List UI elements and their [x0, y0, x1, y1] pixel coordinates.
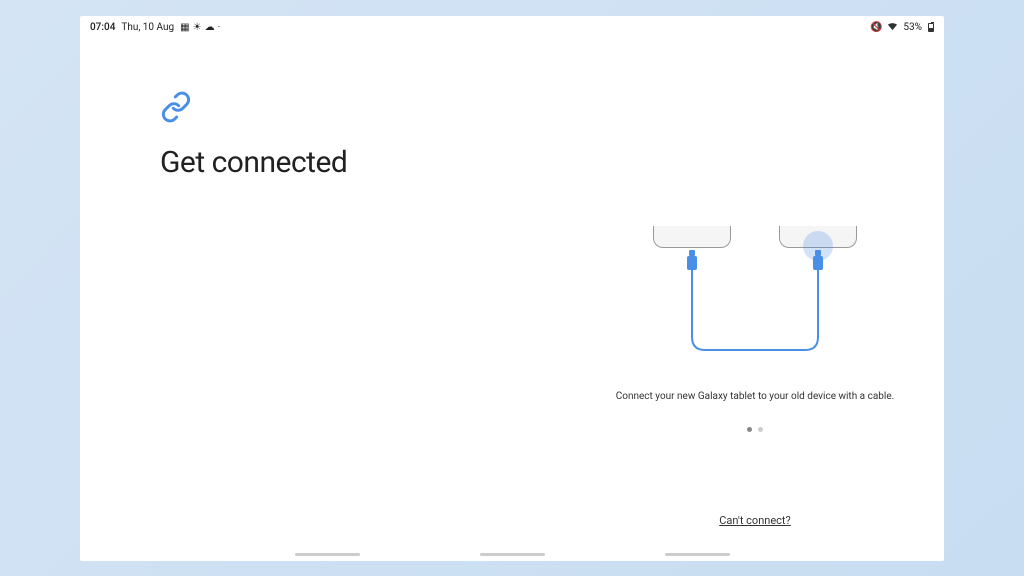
status-notif-icons: ▦ ☀ ☁ · — [180, 22, 220, 33]
navigation-bar — [80, 553, 944, 561]
pagination-dots[interactable] — [747, 427, 763, 432]
device-left — [653, 226, 731, 248]
instruction-text: Connect your new Galaxy tablet to your o… — [616, 391, 895, 402]
cloud-icon: ☁ — [205, 22, 215, 33]
right-panel: Connect your new Galaxy tablet to your o… — [570, 226, 940, 432]
status-right: 🔇 53% — [870, 22, 934, 34]
left-panel: Get connected — [160, 91, 560, 180]
cant-connect-container: Can't connect? — [570, 509, 940, 528]
more-icon: · — [218, 22, 221, 33]
status-date: Thu, 10 Aug — [121, 22, 174, 33]
mute-icon: 🔇 — [870, 22, 882, 33]
cable-illustration — [625, 226, 885, 366]
status-bar: 07:04 Thu, 10 Aug ▦ ☀ ☁ · 🔇 53% — [80, 16, 944, 36]
pagination-dot-2[interactable] — [758, 427, 763, 432]
page-title: Get connected — [160, 145, 560, 180]
cable-path — [625, 262, 885, 362]
cant-connect-link[interactable]: Can't connect? — [719, 514, 790, 527]
wifi-icon — [887, 22, 898, 34]
nav-back[interactable] — [665, 553, 730, 556]
battery-pct: 53% — [903, 22, 922, 33]
status-time: 07:04 — [90, 22, 115, 33]
nav-home[interactable] — [480, 553, 545, 556]
pagination-dot-1[interactable] — [747, 427, 752, 432]
battery-icon — [928, 23, 934, 32]
nav-recent[interactable] — [295, 553, 360, 556]
link-icon — [160, 91, 560, 127]
content-area: Get connected Connect your new Galaxy ta… — [80, 36, 944, 553]
image-icon: ▦ — [180, 22, 189, 33]
sun-icon: ☀ — [193, 22, 202, 33]
status-left: 07:04 Thu, 10 Aug ▦ ☀ ☁ · — [90, 22, 220, 33]
tablet-screen: 07:04 Thu, 10 Aug ▦ ☀ ☁ · 🔇 53% — [80, 16, 944, 561]
